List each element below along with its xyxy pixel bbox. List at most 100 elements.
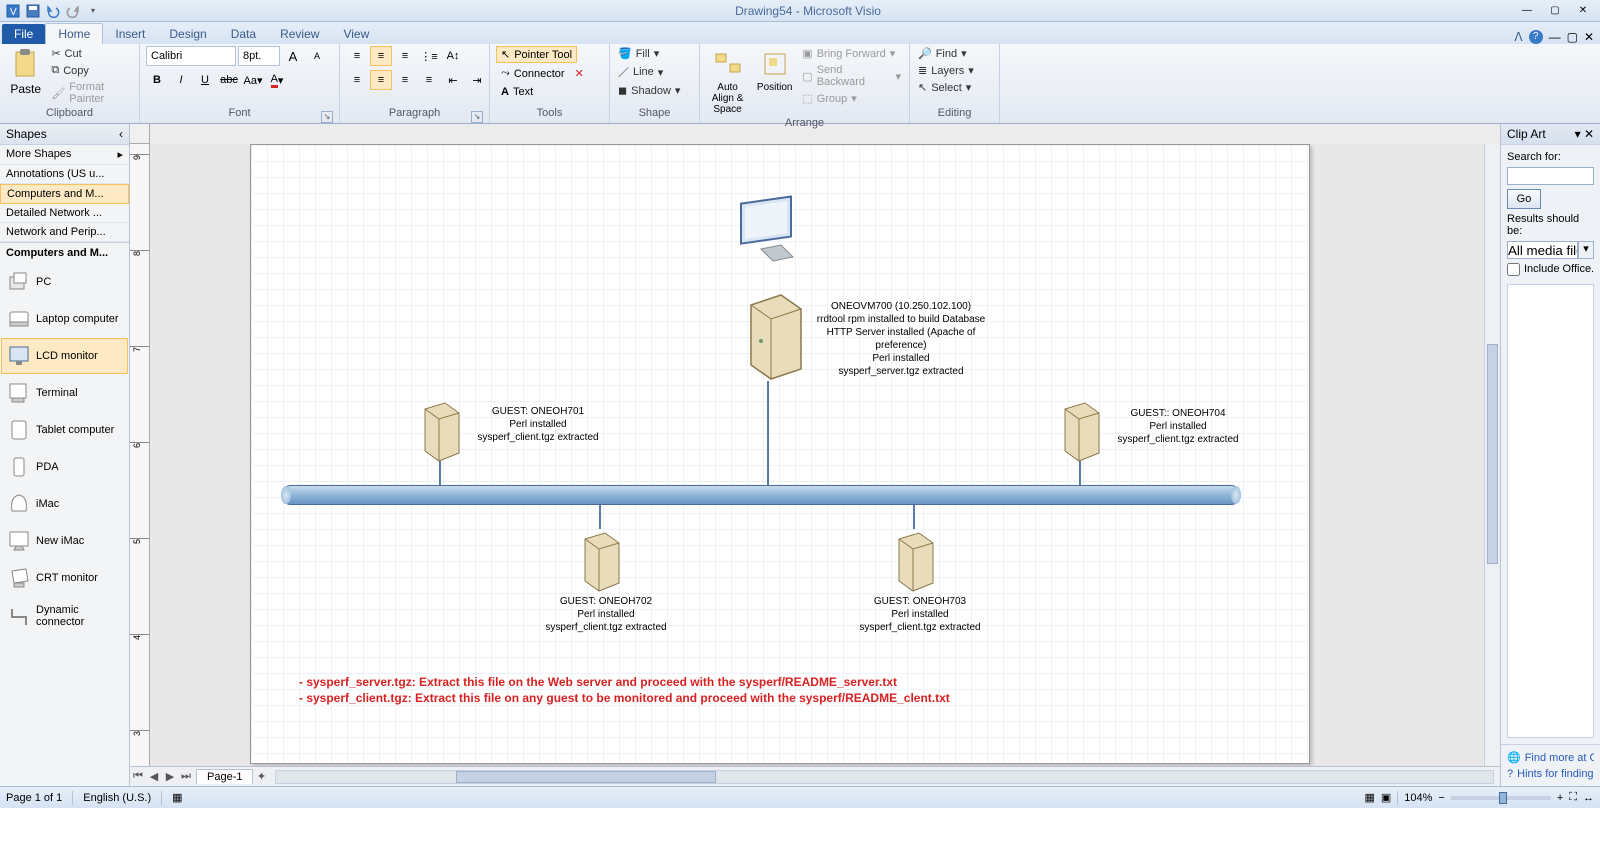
view-normal-icon[interactable]: ▦ [1364,791,1374,804]
doc-restore-icon[interactable]: ▢ [1567,30,1578,44]
shape-master[interactable]: iMac [1,486,128,522]
clipart-close-icon[interactable]: ✕ [1584,127,1594,141]
pointer-tool-button[interactable]: ↖Pointer Tool [496,46,577,63]
dropdown-icon[interactable]: ▾ [1578,241,1594,259]
paste-button[interactable]: Paste [6,46,45,98]
fill-button[interactable]: 🪣Fill ▾ [616,46,661,61]
guest1-shape[interactable] [411,395,467,465]
shape-master[interactable]: Terminal [1,375,128,411]
cut-button[interactable]: ✂Cut [49,46,133,61]
zoom-slider[interactable] [1451,796,1551,800]
align-top-icon[interactable]: ≡ [346,46,368,66]
guest3-shape[interactable] [885,525,941,595]
guest2-label[interactable]: GUEST: ONEOH702 Perl installed sysperf_c… [541,595,671,634]
vertical-scrollbar[interactable] [1484,144,1500,766]
more-shapes-item[interactable]: More Shapes▸ [0,145,129,165]
connector-tool-button[interactable]: ⤳Connector✕ [496,65,589,82]
red-note-2[interactable]: - sysperf_client.tgz: Extract this file … [299,691,950,705]
position-button[interactable]: Position [753,46,796,95]
font-color-button[interactable]: A▾ [266,70,288,90]
stencil-item[interactable]: Network and Perip... [0,223,129,242]
shape-master[interactable]: New iMac [1,523,128,559]
zoom-in-icon[interactable]: + [1557,792,1563,804]
grow-font-icon[interactable]: A [282,46,304,66]
guest1-label[interactable]: GUEST: ONEOH701 Perl installed sysperf_c… [473,405,603,444]
line-button[interactable]: ／Line ▾ [616,63,665,81]
tab-view[interactable]: View [331,24,381,44]
x-icon[interactable]: ✕ [575,67,584,80]
tab-next-icon[interactable]: ▶ [162,770,178,783]
red-note-1[interactable]: - sysperf_server.tgz: Extract this file … [299,675,897,689]
shrink-font-icon[interactable]: A [306,46,328,66]
macro-icon[interactable]: ▦ [172,791,182,804]
include-office-checkbox[interactable] [1507,263,1520,276]
tab-last-icon[interactable]: ⏭ [178,770,194,783]
underline-button[interactable]: U [194,70,216,90]
guest4-shape[interactable] [1051,395,1107,465]
guest4-label[interactable]: GUEST:: ONEOH704 Perl installed sysperf_… [1113,407,1243,446]
switch-window-icon[interactable]: ↔ [1583,792,1594,804]
save-icon[interactable] [24,2,42,20]
clipart-dropdown-icon[interactable]: ▾ [1575,127,1581,141]
bold-button[interactable]: B [146,70,168,90]
bring-forward-button[interactable]: ▣Bring Forward ▾ [800,46,903,61]
find-button[interactable]: 🔎Find ▾ [916,46,969,61]
shadow-button[interactable]: ◼Shadow ▾ [616,83,682,98]
zoom-out-icon[interactable]: − [1438,792,1444,804]
strike-button[interactable]: abc [218,70,240,90]
drawing-canvas[interactable]: ONEOVM700 (10.250.102.100) rrdtool rpm i… [150,144,1500,766]
restore-button[interactable]: ▢ [1542,3,1568,19]
auto-align-button[interactable]: Auto Align & Space [706,46,749,117]
page-tab[interactable]: Page-1 [196,769,253,784]
undo-icon[interactable] [44,2,62,20]
shape-master[interactable]: Dynamic connector [1,597,128,635]
tab-file[interactable]: File [2,24,45,44]
doc-minimize-icon[interactable]: — [1549,30,1561,44]
close-button[interactable]: ✕ [1570,3,1596,19]
connector-line[interactable] [767,381,769,485]
align-right-icon[interactable]: ≡ [394,70,416,90]
hints-link[interactable]: ?Hints for finding [1507,766,1594,782]
server-main-shape[interactable] [731,285,811,385]
help-icon[interactable]: ? [1529,30,1543,44]
text-direction-icon[interactable]: A↕ [442,46,464,66]
redo-icon[interactable] [64,2,82,20]
font-launcher-icon[interactable]: ↘ [321,111,333,123]
drawing-page[interactable]: ONEOVM700 (10.250.102.100) rrdtool rpm i… [250,144,1310,764]
select-button[interactable]: ↖Select ▾ [916,80,973,95]
tab-insert[interactable]: Insert [103,24,157,44]
send-backward-button[interactable]: ▢Send Backward ▾ [800,63,903,89]
tab-first-icon[interactable]: ⏮ [130,770,146,783]
justify-icon[interactable]: ≡ [418,70,440,90]
network-pipe-shape[interactable] [281,485,1241,505]
shape-master[interactable]: Laptop computer [1,301,128,337]
connector-line[interactable] [599,505,601,529]
ribbon-minimize-icon[interactable]: ᐱ [1514,30,1522,44]
minimize-button[interactable]: — [1514,3,1540,19]
qat-customize-icon[interactable]: ▾ [84,2,102,20]
tab-review[interactable]: Review [268,24,331,44]
paragraph-launcher-icon[interactable]: ↘ [471,111,483,123]
connector-line[interactable] [913,505,915,529]
connector-line[interactable] [1079,461,1081,485]
fit-window-icon[interactable]: ⛶ [1569,791,1577,804]
monitor-shape[interactable] [731,185,811,275]
shape-master[interactable]: PC [1,264,128,300]
tab-data[interactable]: Data [219,24,268,44]
shape-master[interactable]: PDA [1,449,128,485]
doc-close-icon[interactable]: ✕ [1584,30,1594,44]
stencil-item[interactable]: Detailed Network ... [0,204,129,223]
tab-design[interactable]: Design [157,24,218,44]
media-type-select[interactable] [1507,241,1578,259]
language-status[interactable]: English (U.S.) [83,792,151,804]
connector-line[interactable] [439,461,441,485]
font-size-select[interactable] [238,46,280,66]
text-tool-button[interactable]: AText [496,84,538,100]
font-family-select[interactable] [146,46,236,66]
indent-increase-icon[interactable]: ⇥ [466,70,488,90]
italic-button[interactable]: I [170,70,192,90]
group-button[interactable]: ⬚Group ▾ [800,91,903,106]
align-middle-icon[interactable]: ≡ [370,46,392,66]
go-button[interactable]: Go [1507,189,1541,209]
guest2-shape[interactable] [571,525,627,595]
